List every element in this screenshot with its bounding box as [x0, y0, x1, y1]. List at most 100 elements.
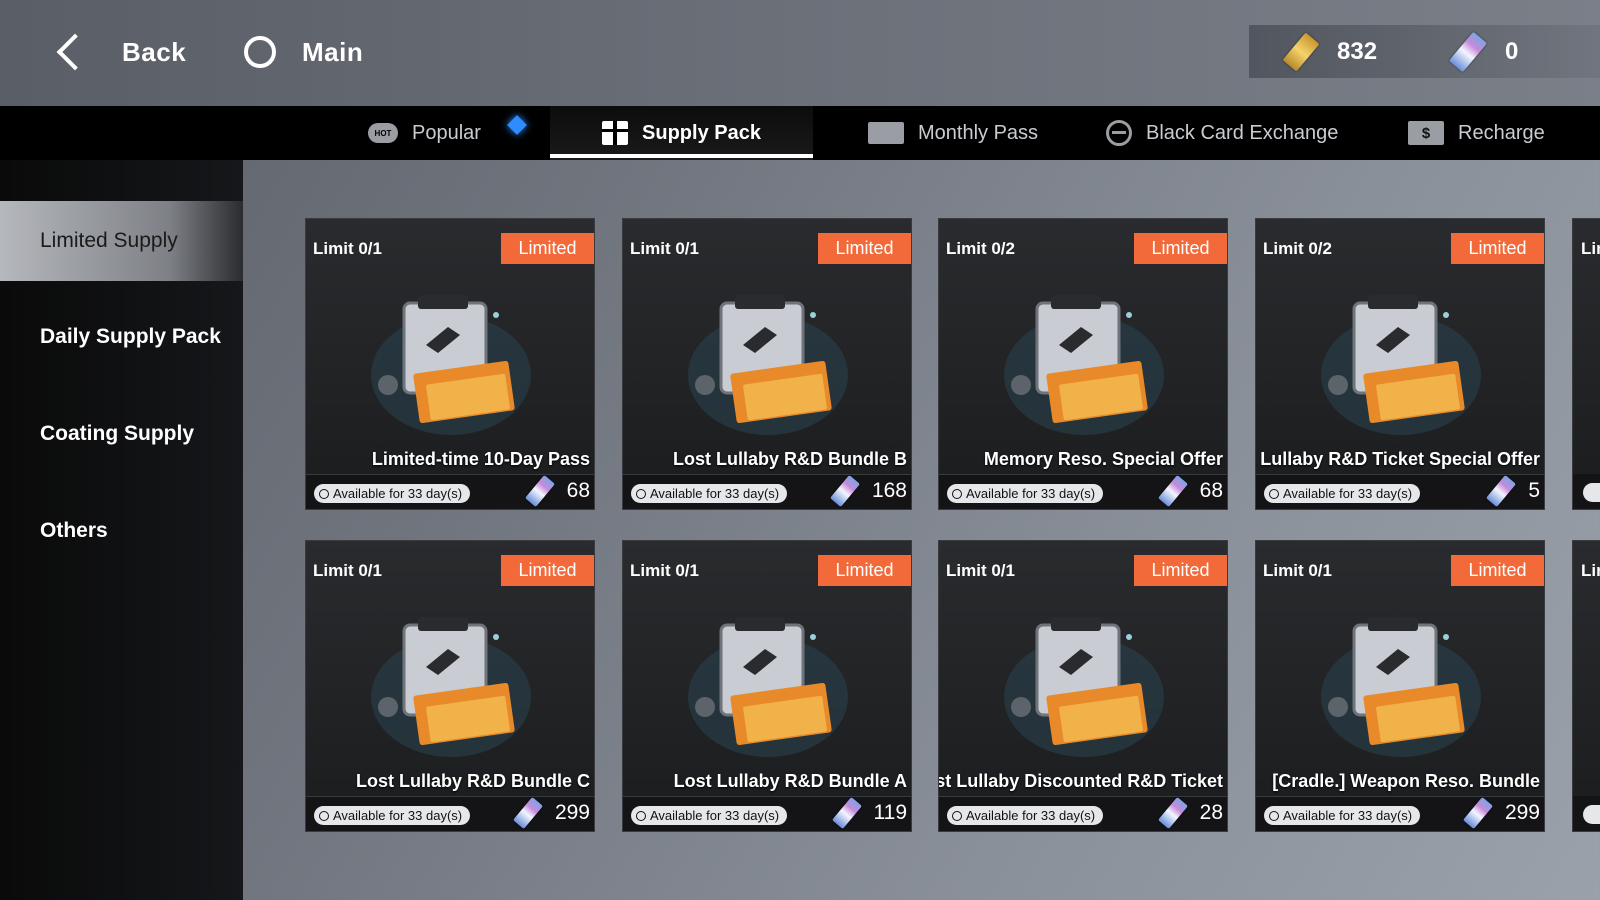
product-name: Lost Lullaby R&D Bundle A [673, 771, 907, 791]
product-card[interactable]: Limit 0/2 Limited Lost Lullaby R&D Ticke… [1255, 218, 1545, 510]
price-value: 28 [1199, 801, 1223, 824]
sidebar-item-limited-supply[interactable]: Limited Supply [0, 201, 243, 281]
price: 68 [524, 475, 590, 507]
clock-icon [1269, 810, 1279, 821]
product-card[interactable]: Limit 0/1 Limited Lost Lullaby R&D Bundl… [622, 540, 912, 832]
availability-pill: Available for 33 day(s) [1264, 806, 1421, 825]
bundle-art-icon [371, 295, 531, 435]
sidebar-item-daily-supply-pack[interactable]: Daily Supply Pack [0, 297, 243, 377]
clock-icon [952, 488, 962, 499]
clock-icon [636, 810, 646, 821]
tab-black-card-exchange-label: Black Card Exchange [1146, 121, 1339, 144]
availability-pill: Available for 33 day(s) [631, 806, 788, 825]
availability-pill [1583, 483, 1600, 502]
card-footer: Available for 33 day(s) 119 [623, 796, 911, 831]
clock-icon [636, 488, 646, 499]
tab-black-card-exchange[interactable]: Black Card Exchange [1106, 106, 1338, 160]
sidebar-item-label: Limited Supply [40, 229, 178, 252]
product-card-partial[interactable]: Lin [1572, 218, 1600, 510]
ticket-currency-value: 0 [1505, 37, 1519, 65]
price-value: 299 [1504, 801, 1540, 824]
blue-ticket-icon [524, 475, 555, 507]
gold-currency-value: 832 [1337, 37, 1378, 65]
blue-ticket-icon [1486, 475, 1517, 507]
gold-currency[interactable]: 832 [1282, 25, 1378, 78]
gold-ticket-icon [1282, 31, 1320, 72]
card-footer: Available for 33 day(s) 68 [306, 474, 594, 509]
product-card-partial[interactable]: Lin [1572, 540, 1600, 832]
tab-popular[interactable]: HOT Popular [368, 106, 481, 160]
availability-text: Available for 33 day(s) [650, 808, 780, 823]
limited-badge: Limited [501, 233, 594, 264]
tab-recharge[interactable]: $ Recharge [1408, 106, 1545, 160]
chevron-left-icon [56, 33, 94, 71]
price: 28 [1157, 797, 1223, 829]
price-value: 68 [1199, 479, 1223, 502]
clock-icon [952, 810, 962, 821]
purchase-limit: Limit 0/2 [946, 239, 1015, 258]
sidebar-item-label: Coating Supply [40, 422, 194, 445]
product-name: Lost Lullaby R&D Bundle C [356, 771, 590, 791]
tab-monthly-pass[interactable]: Monthly Pass [868, 106, 1038, 160]
back-button[interactable]: Back [52, 30, 186, 74]
category-sidebar: Limited Supply Daily Supply Pack Coating… [0, 160, 243, 900]
product-card[interactable]: Limit 0/1 Limited Lost Lullaby R&D Bundl… [622, 218, 912, 510]
availability-text: Available for 33 day(s) [966, 808, 1096, 823]
tab-supply-pack[interactable]: Supply Pack [550, 106, 813, 160]
pass-card-icon [868, 122, 904, 144]
purchase-limit: Limit 0/1 [313, 239, 382, 258]
product-name: Lost Lullaby R&D Bundle B [673, 449, 907, 469]
limited-badge: Limited [1451, 233, 1544, 264]
bundle-art-icon [1004, 295, 1164, 435]
purchase-limit: Limit 0/1 [630, 561, 699, 580]
product-card[interactable]: Limit 0/2 Limited Memory Reso. Special O… [938, 218, 1228, 510]
card-footer: Available for 33 day(s) 168 [623, 474, 911, 509]
purchase-limit-partial: Lin [1581, 239, 1600, 258]
sidebar-item-others[interactable]: Others [0, 491, 243, 571]
product-name: Lost Lullaby R&D Ticket Special Offer [1256, 449, 1540, 469]
gift-icon [602, 121, 629, 145]
price: 119 [831, 797, 907, 829]
dollar-bill-icon: $ [1408, 121, 1444, 145]
availability-pill: Available for 33 day(s) [631, 484, 788, 503]
product-card[interactable]: Limit 0/1 Limited Lost Lullaby R&D Bundl… [305, 540, 595, 832]
main-label: Main [302, 36, 364, 67]
bundle-art-icon [1321, 295, 1481, 435]
availability-text: Available for 33 day(s) [966, 486, 1096, 501]
availability-text: Available for 33 day(s) [1283, 486, 1413, 501]
limited-badge: Limited [501, 555, 594, 586]
notification-diamond-icon [507, 115, 527, 135]
price: 299 [1462, 797, 1540, 829]
bundle-art-icon [371, 617, 531, 757]
blue-ticket-icon [512, 797, 543, 829]
blue-ticket-icon [1462, 797, 1493, 829]
product-card[interactable]: Limit 0/1 Limited [Cradle.] Weapon Reso.… [1255, 540, 1545, 832]
card-footer: Available for 33 day(s) 5 [1256, 474, 1544, 509]
circle-icon [244, 36, 276, 68]
product-name: Limited-time 10-Day Pass [371, 449, 590, 469]
exchange-icon [1106, 120, 1132, 146]
purchase-limit: Limit 0/1 [1263, 561, 1332, 580]
card-footer: Available for 33 day(s) 68 [939, 474, 1227, 509]
blue-ticket-icon [1157, 475, 1188, 507]
card-footer: Available for 33 day(s) 299 [1256, 796, 1544, 831]
tab-monthly-pass-label: Monthly Pass [918, 121, 1039, 144]
price-value: 168 [871, 479, 907, 502]
blue-ticket-icon [1157, 797, 1188, 829]
availability-text: Available for 33 day(s) [333, 808, 463, 823]
hot-icon: HOT [368, 123, 398, 143]
price: 168 [829, 475, 907, 507]
tab-bar: HOT Popular Supply Pack Monthly Pass Bla… [0, 106, 1600, 160]
purchase-limit: Limit 0/2 [1263, 239, 1332, 258]
tab-popular-label: Popular [412, 121, 481, 144]
clock-icon [1269, 488, 1279, 499]
product-card[interactable]: Limit 0/1 Limited Limited-time 10-Day Pa… [305, 218, 595, 510]
blue-ticket-icon [1448, 31, 1488, 72]
card-footer: Available for 33 day(s) 28 [939, 796, 1227, 831]
limited-badge: Limited [818, 555, 911, 586]
product-card[interactable]: Limit 0/1 Limited Lost Lullaby Discounte… [938, 540, 1228, 832]
ticket-currency[interactable]: 0 [1448, 25, 1519, 78]
main-button[interactable]: Main [244, 30, 363, 74]
blue-ticket-icon [831, 797, 862, 829]
sidebar-item-coating-supply[interactable]: Coating Supply [0, 394, 243, 474]
